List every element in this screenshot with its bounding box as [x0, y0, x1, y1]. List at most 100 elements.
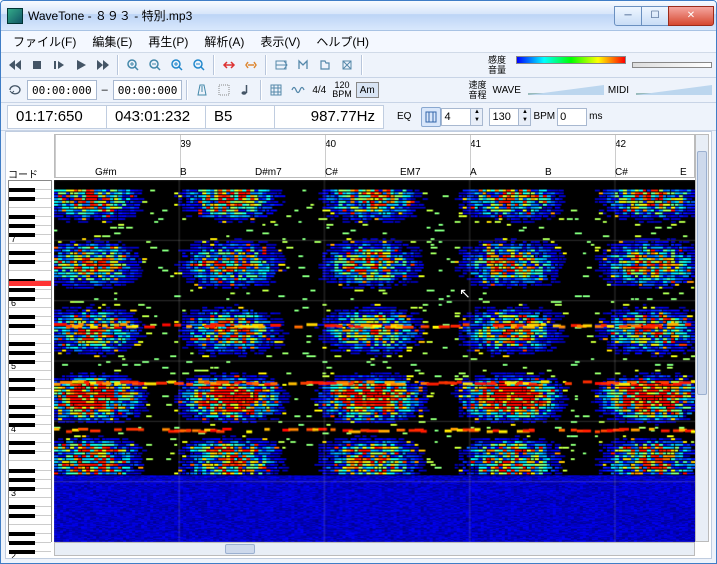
time-ruler[interactable]: 39404142G#mBD#m7C#EM7ABC#E: [54, 134, 695, 178]
status-freq: 987.77Hz: [274, 105, 384, 129]
menu-play[interactable]: 再生(P): [140, 31, 196, 52]
tempo-label: 120BPM: [330, 81, 354, 99]
midi-slider[interactable]: [636, 83, 712, 97]
octave-label: 6: [11, 298, 16, 308]
metronome-button[interactable]: [192, 80, 212, 100]
piano-ruler[interactable]: 765432: [8, 180, 52, 542]
bar-number: 39: [180, 139, 191, 150]
volume-label: 音量: [488, 65, 506, 75]
octave-label: 7: [11, 234, 16, 244]
horizontal-scrollbar[interactable]: [54, 542, 695, 556]
scroll-thumb[interactable]: [697, 151, 707, 395]
chord-label: E: [680, 167, 687, 178]
separator: [361, 55, 363, 75]
tool-3-button[interactable]: [315, 55, 335, 75]
sensitivity-label: 感度: [488, 55, 506, 65]
step-button[interactable]: [49, 55, 69, 75]
menubar: ファイル(F) 編集(E) 再生(P) 解析(A) 表示(V) ヘルプ(H): [1, 31, 716, 53]
up-arrow-icon[interactable]: ▲: [470, 109, 482, 117]
menu-edit[interactable]: 編集(E): [84, 31, 140, 52]
loop-button[interactable]: [5, 80, 25, 100]
loop-start-time[interactable]: 00:00:000: [27, 80, 97, 100]
window-title: WaveTone - ８９３ - 特別.mp3: [28, 7, 615, 24]
ff-button[interactable]: [93, 55, 113, 75]
grid-spinner[interactable]: ▲▼: [441, 108, 483, 126]
midi-label: MIDI: [606, 85, 631, 96]
chord-label: D#m7: [255, 167, 282, 178]
toolbar-row-2: 00:00:000 – 00:00:000 4/4 120BPM Am 速度 音…: [1, 78, 716, 103]
grid-button[interactable]: [266, 80, 286, 100]
tempo-input[interactable]: [490, 111, 518, 123]
menu-help[interactable]: ヘルプ(H): [308, 31, 377, 52]
sensitivity-volume-labels: 感度 音量: [486, 55, 508, 75]
minimize-button[interactable]: ─: [614, 6, 642, 26]
stop-button[interactable]: [27, 55, 47, 75]
speed-pitch-labels: 速度 音程: [467, 80, 489, 100]
play-button[interactable]: [71, 55, 91, 75]
window-buttons: ─ ☐ ✕: [615, 6, 714, 26]
time-dash: –: [99, 84, 111, 96]
vertical-scrollbar[interactable]: [695, 134, 709, 542]
volume-slider[interactable]: [632, 62, 712, 68]
bpm-spinner[interactable]: [557, 108, 587, 126]
separator: [213, 55, 215, 75]
titlebar: WaveTone - ８９３ - 特別.mp3 ─ ☐ ✕: [1, 1, 716, 31]
down-arrow-icon[interactable]: ▼: [518, 117, 530, 125]
menu-file[interactable]: ファイル(F): [5, 31, 84, 52]
spectrogram-view[interactable]: ↖: [54, 180, 695, 542]
main-area: コード 39404142G#mBD#m7C#EM7ABC#E 765432 ↖: [5, 131, 712, 559]
wave-slider[interactable]: [528, 83, 604, 97]
scroll-thumb[interactable]: [225, 544, 255, 554]
menu-analyze[interactable]: 解析(A): [196, 31, 252, 52]
grid-input[interactable]: [442, 111, 470, 123]
down-arrow-icon[interactable]: ▼: [470, 117, 482, 125]
octave-label: 3: [11, 488, 16, 498]
status-note: B5: [205, 105, 275, 129]
select-tool-button[interactable]: [236, 80, 256, 100]
status-bar: 01:17:650 043:01:232 B5 987.77Hz EQ ▲▼ ▲…: [1, 103, 716, 131]
time-sig: 4/4: [310, 85, 328, 96]
separator: [117, 55, 119, 75]
zoom-out-v-button[interactable]: [189, 55, 209, 75]
zoom-out-h-button[interactable]: [145, 55, 165, 75]
marker-red-button[interactable]: [219, 55, 239, 75]
octave-label: 4: [11, 424, 16, 434]
ms-label: ms: [587, 111, 604, 122]
bar-number: 40: [325, 139, 336, 150]
up-arrow-icon[interactable]: ▲: [518, 109, 530, 117]
bpm-input[interactable]: [558, 111, 586, 123]
app-window: WaveTone - ８９３ - 特別.mp3 ─ ☐ ✕ ファイル(F) 編集…: [0, 0, 717, 564]
menu-view[interactable]: 表示(V): [252, 31, 308, 52]
chord-label: C#: [325, 167, 338, 178]
tempo-spinner[interactable]: ▲▼: [489, 108, 531, 126]
chord-label: B: [180, 167, 187, 178]
tool-1-button[interactable]: [271, 55, 291, 75]
marker-orange-button[interactable]: [241, 55, 261, 75]
speed-label: 速度: [469, 80, 487, 90]
tool-2-button[interactable]: [293, 55, 313, 75]
eq-label[interactable]: EQ: [395, 111, 413, 122]
tool-4-button[interactable]: [337, 55, 357, 75]
status-position: 043:01:232: [106, 105, 206, 129]
note-tool-button[interactable]: [214, 80, 234, 100]
grid-toggle-button[interactable]: [421, 107, 441, 127]
zoom-in-v-button[interactable]: [167, 55, 187, 75]
chord-label: C#: [615, 167, 628, 178]
close-button[interactable]: ✕: [668, 6, 714, 26]
zoom-in-h-button[interactable]: [123, 55, 143, 75]
bar-number: 41: [470, 139, 481, 150]
status-time: 01:17:650: [7, 105, 107, 129]
loop-end-time[interactable]: 00:00:000: [113, 80, 183, 100]
wave-button[interactable]: [288, 80, 308, 100]
separator: [260, 80, 262, 100]
chord-label: B: [545, 167, 552, 178]
rewind-button[interactable]: [5, 55, 25, 75]
key-badge[interactable]: Am: [356, 82, 379, 98]
pitch-label: 音程: [469, 90, 487, 100]
chord-label: A: [470, 167, 477, 178]
chord-track-label: コード: [8, 166, 38, 181]
chord-label: EM7: [400, 167, 421, 178]
separator: [186, 80, 188, 100]
sensitivity-gradient[interactable]: [516, 56, 626, 64]
maximize-button[interactable]: ☐: [641, 6, 669, 26]
